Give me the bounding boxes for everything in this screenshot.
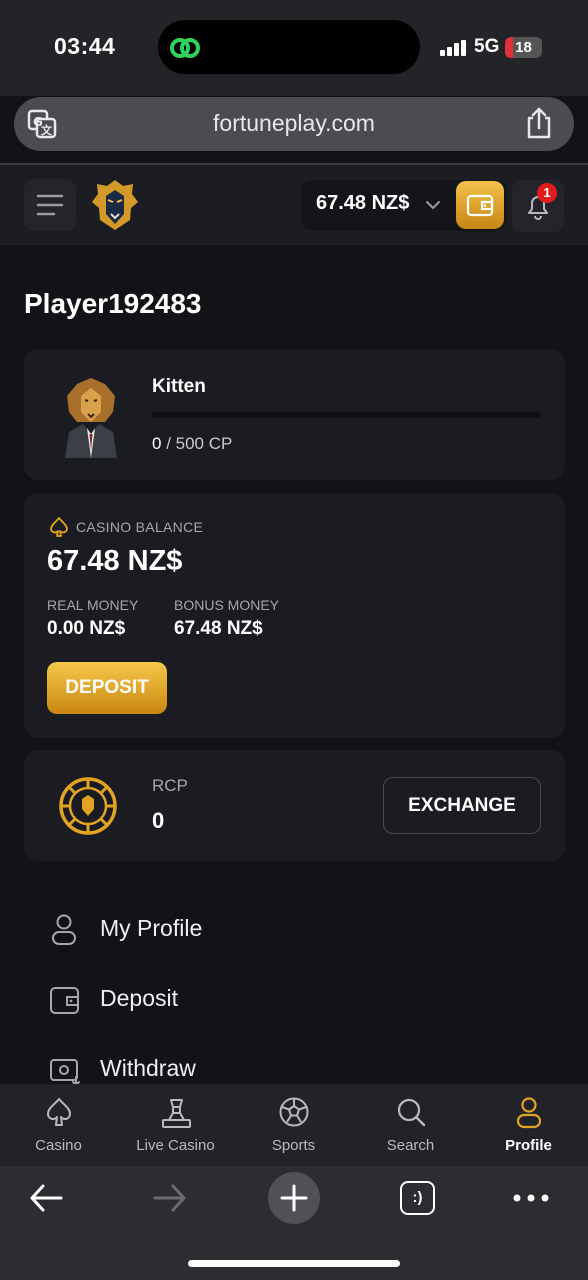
real-money-value: 0.00 NZ$ (47, 618, 126, 639)
search-icon (397, 1098, 425, 1127)
level-progress-bar (152, 412, 541, 418)
nav-casino[interactable]: Casino (0, 1084, 117, 1166)
nav-profile[interactable]: Profile (470, 1084, 587, 1166)
hamburger-icon (36, 194, 64, 216)
share-icon[interactable] (524, 106, 554, 140)
page-title: Player192483 (24, 288, 202, 319)
network-type: 5G (474, 36, 500, 57)
rcp-coin-icon (59, 777, 117, 835)
rcp-label: RCP (152, 776, 188, 795)
soccer-ball-icon (279, 1097, 308, 1127)
menu-item-label: My Profile (100, 915, 203, 941)
nav-label: Profile (505, 1137, 552, 1154)
spade-icon (50, 517, 68, 537)
casino-balance-heading: CASINO BALANCE (76, 519, 204, 535)
nav-label: Live Casino (136, 1137, 215, 1154)
hamburger-menu-button[interactable] (24, 179, 76, 231)
casino-balance-amount: 67.48 NZ$ (47, 545, 183, 577)
dealer-icon (161, 1099, 191, 1128)
nav-label: Search (386, 1137, 435, 1154)
deposit-button[interactable]: DEPOSIT (47, 662, 167, 714)
spade-icon (46, 1098, 71, 1126)
lion-logo[interactable] (90, 178, 140, 232)
forward-arrow-icon[interactable] (152, 1182, 188, 1214)
more-icon[interactable] (512, 1190, 550, 1206)
menu-item-my-profile[interactable]: My Profile (0, 901, 588, 961)
new-tab-button[interactable] (268, 1172, 320, 1224)
wallet-icon (50, 987, 79, 1014)
user-icon (516, 1097, 541, 1129)
level-progress-text: 0 / 500 CP (152, 434, 232, 454)
rcp-value: 0 (152, 808, 165, 833)
header-balance[interactable]: 67.48 NZ$ (316, 192, 409, 215)
user-icon (52, 914, 76, 945)
menu-item-label: Deposit (100, 985, 178, 1011)
back-arrow-icon[interactable] (28, 1182, 64, 1214)
nav-search[interactable]: Search (352, 1084, 469, 1166)
url-text[interactable]: fortuneplay.com (14, 110, 574, 137)
tabs-icon[interactable]: :) (400, 1181, 435, 1215)
chevron-down-icon[interactable] (424, 196, 442, 214)
battery-level: 18 (515, 39, 532, 56)
plus-icon (280, 1184, 308, 1212)
real-money-label: REAL MONEY (47, 597, 139, 613)
nav-sports[interactable]: Sports (235, 1084, 352, 1166)
status-time: 03:44 (54, 33, 116, 59)
level-target-cp: / 500 CP (161, 434, 233, 453)
menu-item-label: Withdraw (100, 1055, 196, 1081)
level-name: Kitten (152, 376, 206, 397)
signal-icon (440, 40, 466, 56)
nav-label: Casino (35, 1137, 82, 1154)
bonus-money-label: BONUS MONEY (174, 597, 280, 613)
nav-live-casino[interactable]: Live Casino (117, 1084, 234, 1166)
notification-badge: 1 (537, 183, 557, 203)
nav-label: Sports (271, 1137, 316, 1154)
menu-item-deposit[interactable]: Deposit (0, 971, 588, 1031)
bonus-money-value: 67.48 NZ$ (174, 618, 263, 639)
link-icon (170, 38, 200, 58)
wallet-icon (466, 194, 494, 217)
withdraw-icon (50, 1059, 80, 1087)
battery-icon: 18 (505, 37, 542, 58)
lion-avatar (65, 378, 117, 458)
home-indicator[interactable] (188, 1260, 400, 1267)
wallet-button[interactable] (456, 181, 504, 229)
exchange-button[interactable]: EXCHANGE (383, 777, 541, 834)
